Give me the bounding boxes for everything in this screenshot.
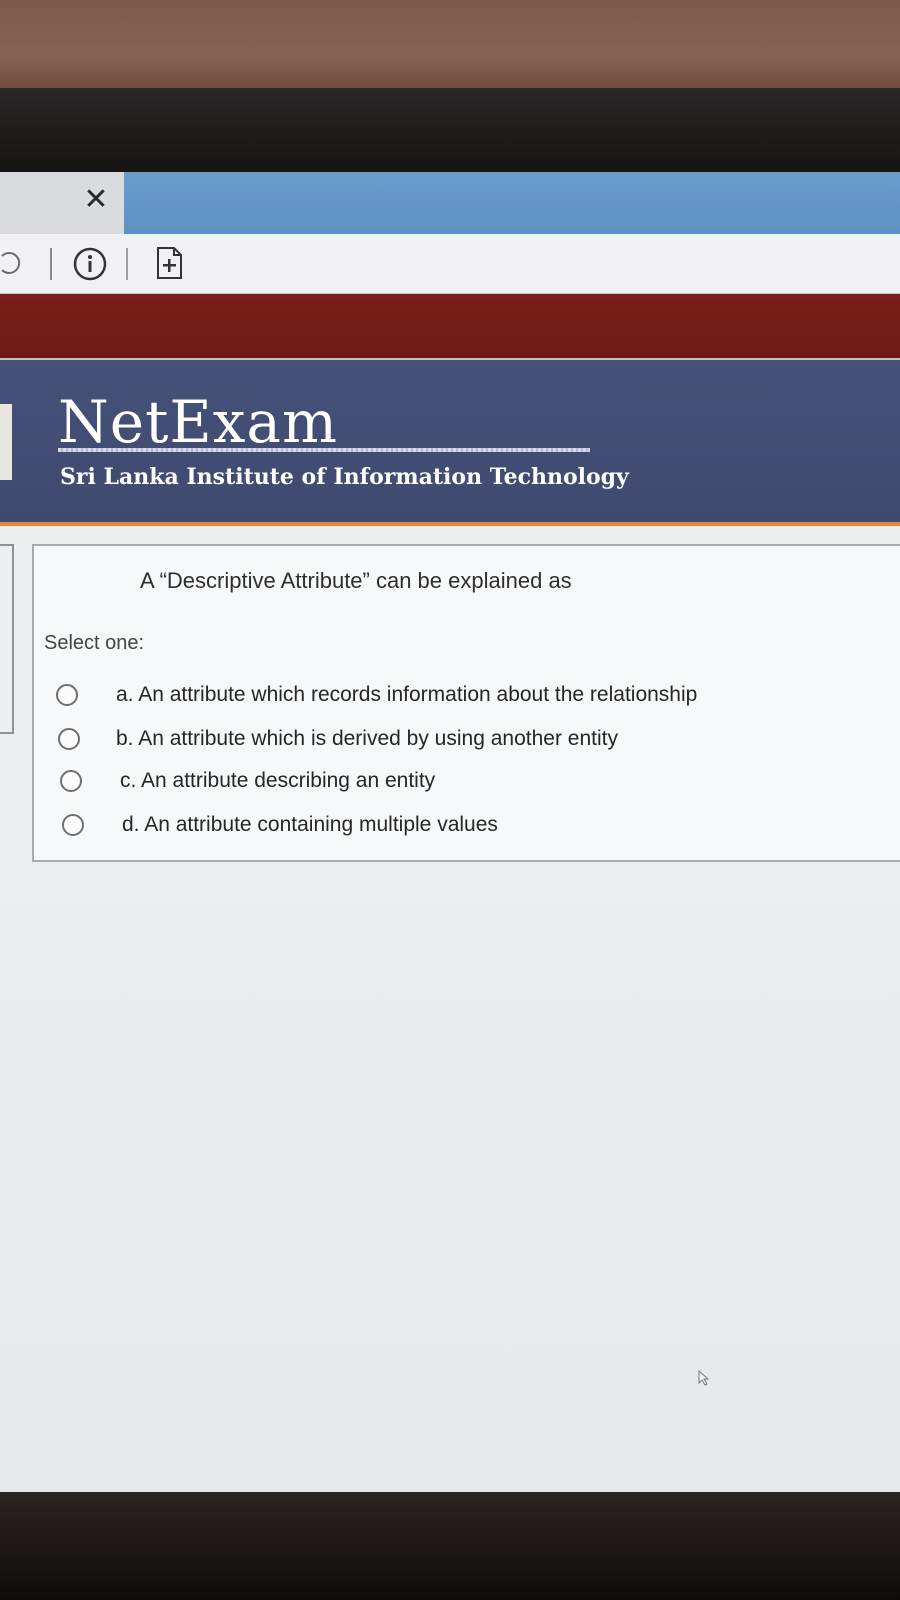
site-logo[interactable]: NetExam: [58, 388, 338, 456]
option-label[interactable]: d. An attribute containing multiple valu…: [122, 813, 498, 837]
select-one-label: Select one:: [44, 632, 145, 654]
option-label[interactable]: b. An attribute which is derived by usin…: [116, 727, 618, 751]
site-top-bar: [0, 294, 900, 358]
refresh-icon[interactable]: [0, 248, 24, 276]
mouse-cursor-icon: [698, 1370, 710, 1386]
option-c[interactable]: c. An attribute describing an entity: [60, 764, 880, 798]
page-add-icon[interactable]: [154, 246, 184, 280]
divider: [126, 248, 128, 280]
browser-screen: ✕ NetExam Sri Lanka Institute of Informa…: [0, 172, 900, 1492]
active-tab[interactable]: [124, 172, 900, 234]
option-label[interactable]: a. An attribute which records informatio…: [116, 683, 697, 707]
radio-button[interactable]: [60, 770, 82, 792]
banner-divider: [0, 522, 900, 526]
question-text: A “Descriptive Attribute” can be explain…: [140, 568, 572, 593]
institute-name: Sri Lanka Institute of Information Techn…: [60, 464, 629, 490]
tab-bar: ✕: [0, 172, 900, 234]
radio-button[interactable]: [62, 814, 84, 836]
question-card: A “Descriptive Attribute” can be explain…: [32, 544, 900, 862]
radio-button[interactable]: [58, 728, 80, 750]
option-label[interactable]: c. An attribute describing an entity: [120, 769, 435, 793]
background-wall: [0, 0, 900, 92]
logo-underline: [58, 448, 590, 452]
monitor-bezel-bottom: [0, 1492, 900, 1600]
monitor-bezel-top: [0, 88, 900, 215]
option-a[interactable]: a. An attribute which records informatio…: [56, 678, 876, 712]
logo-shield: [0, 404, 12, 480]
info-icon[interactable]: [72, 246, 108, 282]
address-bar: [0, 234, 900, 294]
option-d[interactable]: d. An attribute containing multiple valu…: [62, 808, 882, 842]
divider: [50, 248, 52, 280]
question-info-box: [0, 544, 14, 734]
site-banner: NetExam Sri Lanka Institute of Informati…: [0, 358, 900, 522]
radio-button[interactable]: [56, 684, 78, 706]
option-b[interactable]: b. An attribute which is derived by usin…: [58, 722, 878, 756]
close-icon[interactable]: ✕: [82, 185, 110, 215]
